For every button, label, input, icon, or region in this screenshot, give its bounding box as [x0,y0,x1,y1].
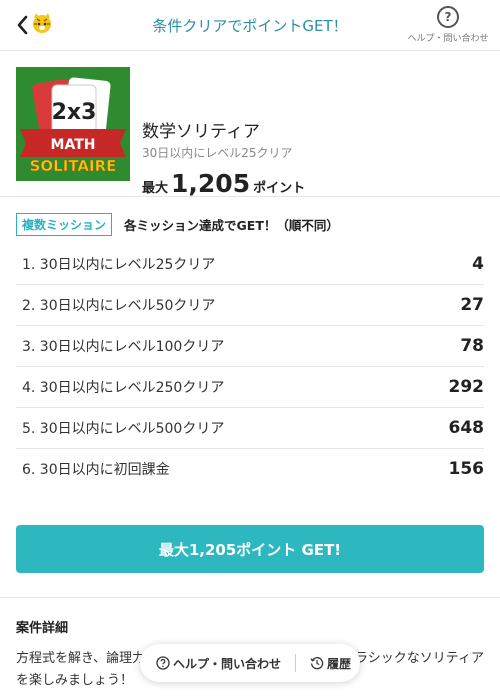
mission-row: 5. 30日以内にレベル500クリア 648 [16,408,484,449]
floating-help-label: ヘルプ・問い合わせ [173,656,282,671]
details-line1-end: ラシックなソリティア [355,651,484,666]
details-title: 案件詳細 [16,621,69,636]
svg-text:2x3: 2x3 [52,100,97,125]
mission-points: 78 [460,336,484,356]
mission-label: 4. 30日以内にレベル250クリア [22,380,225,396]
mission-row: 2. 30日以内にレベル50クリア 27 [16,285,484,326]
floating-help-button[interactable]: ヘルプ・問い合わせ [140,655,281,672]
details-line1: 方程式を解き、論理力 [16,651,146,666]
mission-label: 6. 30日以内に初回課金 [22,462,170,478]
app-name: 数学ソリティア [142,122,260,142]
top-bar: 条件クリアでポイントGET！ ? ヘルプ・問い合わせ [0,0,500,51]
mission-row: 4. 30日以内にレベル250クリア 292 [16,367,484,408]
mission-label: 5. 30日以内にレベル500クリア [22,421,225,437]
max-points: 最大 1,205 ポイント [142,169,305,198]
mission-points: 156 [448,459,485,479]
mission-label: 3. 30日以内にレベル100クリア [22,339,225,355]
svg-text:MATH: MATH [51,137,96,153]
mission-row: 3. 30日以内にレベル100クリア 78 [16,326,484,367]
app-icon: 2x3 MATH SOLITAIRE [16,67,130,181]
mission-points: 292 [448,377,485,397]
floating-action-bar: ヘルプ・問い合わせ 履歴 [140,644,360,682]
mission-row: 1. 30日以内にレベル25クリア 4 [16,244,484,285]
missions-header: 複数ミッション 各ミッション達成でGET！（順不同） [16,213,339,236]
mission-points: 4 [472,254,484,274]
app-subtitle: 30日以内にレベル25クリア [142,146,293,160]
missions-heading: 各ミッション達成でGET！（順不同） [124,218,339,233]
mission-label: 1. 30日以内にレベル25クリア [22,257,216,273]
question-circle-icon: ? [437,6,459,28]
history-label: 履歴 [327,656,352,671]
mission-row: 6. 30日以内に初回課金 156 [16,449,484,489]
divider [295,654,297,672]
get-points-button[interactable]: 最大1,205ポイント GET! [16,525,484,573]
math-solitaire-logo: 2x3 MATH SOLITAIRE [16,67,130,181]
help-label: ヘルプ・問い合わせ [407,34,489,44]
points-unit: ポイント [253,181,306,196]
multi-mission-badge: 複数ミッション [16,213,113,236]
max-points-value: 1,205 [171,169,251,198]
app-info: 2x3 MATH SOLITAIRE 数学ソリティア 30日以内にレベル25クリ… [0,51,500,198]
history-button[interactable]: 履歴 [310,655,351,672]
divider [0,597,500,598]
help-button[interactable]: ? ヘルプ・問い合わせ [404,6,492,44]
mission-points: 648 [448,418,485,438]
svg-text:SOLITAIRE: SOLITAIRE [30,157,117,175]
max-prefix: 最大 [142,181,169,196]
mission-label: 2. 30日以内にレベル50クリア [22,298,216,314]
question-circle-icon [156,656,170,670]
mission-list: 1. 30日以内にレベル25クリア 4 2. 30日以内にレベル50クリア 27… [16,244,484,489]
history-clock-icon [310,657,324,670]
mission-points: 27 [460,295,484,315]
